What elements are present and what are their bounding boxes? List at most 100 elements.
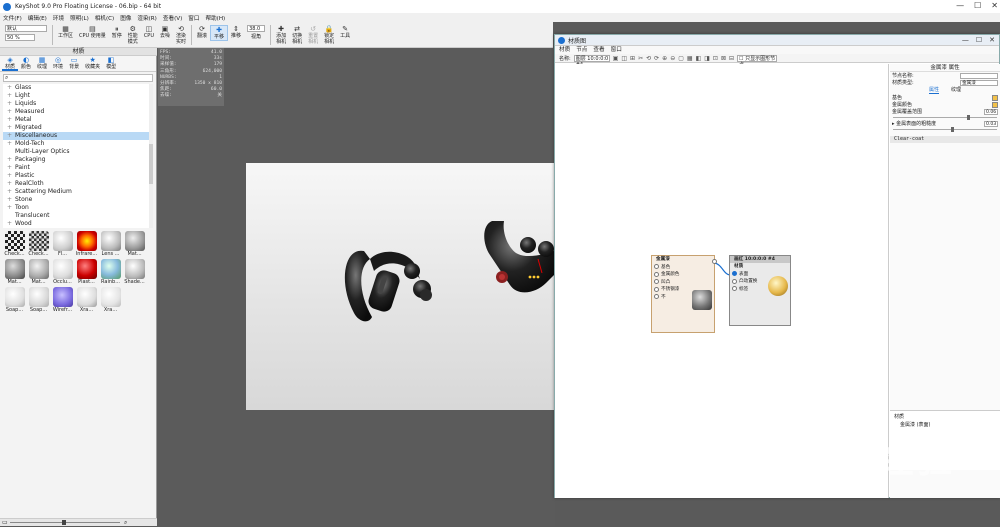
show-graph-nodes-only-checkbox[interactable]: ☐ 只显示图形节点 bbox=[737, 54, 777, 68]
tree-item-migrated[interactable]: + Migrated bbox=[3, 124, 153, 132]
tree-item-light[interactable]: + Light bbox=[3, 92, 153, 100]
scene-tree-item[interactable]: 金属漆 (表面) bbox=[894, 421, 996, 429]
material-thumbnail[interactable]: Fl... bbox=[52, 231, 73, 257]
tree-item-packaging[interactable]: + Packaging bbox=[3, 156, 153, 164]
tool-denoise-button[interactable]: ▣ 去噪 bbox=[157, 25, 173, 39]
maximize-button[interactable]: ☐ bbox=[974, 1, 981, 10]
undo-icon[interactable]: ⟲ bbox=[646, 55, 651, 62]
tree-item-miscellaneous[interactable]: + Miscellaneous bbox=[3, 132, 153, 140]
tree-item-paint[interactable]: + Paint bbox=[3, 164, 153, 172]
metal-roughness-slider-knob[interactable] bbox=[951, 127, 954, 132]
material-thumbnail[interactable]: Rainb... bbox=[100, 259, 121, 285]
node-graph-canvas[interactable]: 金属漆 基色 金属颜色 凹凸 不锈钢漆 不 画红 10:0:0:0 #4 材质 … bbox=[555, 64, 889, 498]
tool-perspective-button[interactable]: 视角 bbox=[247, 34, 265, 40]
metal-coverage-input[interactable]: 0.06 bbox=[984, 108, 998, 115]
tool-workspace-button[interactable]: ▦ 工作区 bbox=[55, 25, 76, 39]
tree-item-glass[interactable]: + Glass bbox=[3, 84, 153, 92]
menu-camera[interactable]: 相机(C) bbox=[95, 14, 114, 22]
material-name-input[interactable]: 图层 10:0:0:0 #4 bbox=[573, 54, 610, 68]
material-thumbnail[interactable]: Xra... bbox=[100, 287, 121, 313]
mw-menu-window[interactable]: 窗口 bbox=[611, 46, 622, 54]
close-button[interactable]: ✕ bbox=[991, 1, 998, 10]
tab-environments[interactable]: ◎ 环境 bbox=[50, 56, 66, 71]
material-thumbnail[interactable]: Check... bbox=[4, 231, 25, 257]
menu-window[interactable]: 窗口 bbox=[188, 14, 199, 22]
material-thumbnail[interactable]: Shade... bbox=[124, 259, 145, 285]
workspace-select[interactable]: 默认 bbox=[5, 25, 47, 32]
graph-tool-icon[interactable]: ◫ bbox=[621, 55, 627, 62]
fov-input[interactable]: 38.0 bbox=[247, 25, 266, 32]
tab-colors[interactable]: ◐ 颜色 bbox=[18, 56, 34, 71]
library-search-input[interactable]: ⌕ bbox=[3, 74, 153, 82]
node-output-port[interactable] bbox=[712, 259, 717, 264]
metal-color-swatch[interactable] bbox=[992, 101, 998, 108]
menu-lighting[interactable]: 照明(L) bbox=[70, 14, 89, 22]
material-thumbnail[interactable]: Mat... bbox=[28, 259, 49, 285]
metal-roughness-input[interactable]: 0.03 bbox=[984, 120, 998, 127]
zoom-select[interactable]: 50 % bbox=[5, 34, 35, 41]
graph-tool-icon[interactable]: ◧ bbox=[696, 55, 702, 62]
tree-item-wood[interactable]: + Wood bbox=[3, 220, 153, 228]
node-input-port[interactable]: 基色 bbox=[652, 263, 714, 271]
material-thumbnail[interactable]: Xra... bbox=[76, 287, 97, 313]
material-type-select[interactable]: 金属漆 bbox=[960, 79, 998, 86]
tree-item-liquids[interactable]: + Liquids bbox=[3, 100, 153, 108]
tree-item-stone[interactable]: + Stone bbox=[3, 196, 153, 204]
mw-menu-view[interactable]: 查看 bbox=[593, 46, 604, 54]
graph-tool-icon[interactable]: ▣ bbox=[613, 55, 619, 62]
tool-pan-button[interactable]: ✚ 平移 bbox=[210, 25, 229, 41]
tree-item-mold-tech[interactable]: + Mold-Tech bbox=[3, 140, 153, 148]
zoom-in-icon[interactable]: ⊕ bbox=[662, 55, 667, 62]
graph-tool-icon[interactable]: ⊞ bbox=[630, 55, 635, 62]
menu-render[interactable]: 渲染(R) bbox=[137, 14, 156, 22]
material-thumbnail[interactable]: Occlu... bbox=[52, 259, 73, 285]
menu-file[interactable]: 文件(F) bbox=[3, 14, 22, 22]
menu-view[interactable]: 查看(V) bbox=[163, 14, 182, 22]
graph-tool-icon[interactable]: ⊡ bbox=[713, 55, 718, 62]
tool-dolly-button[interactable]: ⇕ 推移 bbox=[228, 25, 244, 39]
tab-models[interactable]: ◧ 模型 bbox=[103, 56, 119, 71]
tree-item-translucent[interactable]: Translucent bbox=[3, 212, 153, 220]
tree-item-plastic[interactable]: + Plastic bbox=[3, 172, 153, 180]
mw-maximize-button[interactable]: ☐ bbox=[976, 36, 982, 44]
tool-lock-camera-button[interactable]: 🔒 锁定 相机 bbox=[321, 25, 337, 45]
material-output-node[interactable]: 画红 10:0:0:0 #4 材质 表面 凸动置换 标签 bbox=[729, 255, 791, 326]
tool-performance-mode-button[interactable]: ⚙ 性能 模式 bbox=[125, 25, 141, 45]
menu-environment[interactable]: 环境 bbox=[53, 14, 64, 22]
metal-coverage-slider-knob[interactable] bbox=[967, 115, 970, 120]
clear-coat-section[interactable]: Clear-coat bbox=[890, 136, 1000, 143]
zoom-out-icon[interactable]: ⊖ bbox=[670, 55, 675, 62]
redo-icon[interactable]: ⟳ bbox=[654, 55, 659, 62]
node-input-port[interactable]: 凹凸 bbox=[652, 278, 714, 286]
tab-backgrounds[interactable]: ▭ 背景 bbox=[66, 56, 82, 71]
mw-menu-node[interactable]: 节点 bbox=[576, 46, 587, 54]
metallic-paint-node[interactable]: 金属漆 基色 金属颜色 凹凸 不锈钢漆 不 bbox=[651, 255, 717, 333]
mw-menu-material[interactable]: 材质 bbox=[559, 46, 570, 54]
tool-tools-button[interactable]: ✎ 工具 bbox=[337, 25, 353, 39]
tool-tumble-button[interactable]: ⟳ 翻滚 bbox=[194, 25, 210, 39]
menu-image[interactable]: 图像 bbox=[120, 14, 131, 22]
material-thumbnail[interactable]: Wirefr... bbox=[52, 287, 73, 313]
tab-textures[interactable]: 纹理 bbox=[951, 86, 961, 94]
tree-item-realcloth[interactable]: + RealCloth bbox=[3, 180, 153, 188]
tool-cpu-usage-button[interactable]: ▤ CPU 使用量 bbox=[76, 25, 109, 39]
minimize-button[interactable]: — bbox=[956, 1, 964, 10]
mw-close-button[interactable]: ✕ bbox=[989, 36, 995, 44]
tab-textures[interactable]: ▦ 纹理 bbox=[34, 56, 50, 71]
tab-properties[interactable]: 属性 bbox=[928, 86, 939, 94]
metal-coverage-slider[interactable] bbox=[893, 115, 997, 120]
tree-item-toon[interactable]: + Toon bbox=[3, 204, 153, 212]
tree-item-multi-layer-optics[interactable]: Multi-Layer Optics bbox=[3, 148, 153, 156]
metal-roughness-slider[interactable] bbox=[893, 127, 997, 132]
material-thumbnail[interactable]: Mat... bbox=[4, 259, 25, 285]
tool-add-camera-button[interactable]: ✚ 添加 相机 bbox=[273, 25, 289, 45]
graph-tool-icon[interactable]: ▢ bbox=[678, 55, 684, 62]
base-color-swatch[interactable] bbox=[992, 94, 998, 101]
material-thumbnail[interactable]: Plast... bbox=[76, 259, 97, 285]
material-thumbnail[interactable]: Soap... bbox=[28, 287, 49, 313]
tree-scrollbar-thumb[interactable] bbox=[149, 144, 153, 184]
tab-favorites[interactable]: ★ 收藏夹 bbox=[82, 56, 103, 71]
thumbnail-size-slider-knob[interactable] bbox=[62, 520, 66, 525]
graph-tool-icon[interactable]: ⊟ bbox=[729, 55, 734, 62]
material-thumbnail[interactable]: Lens ... bbox=[100, 231, 121, 257]
